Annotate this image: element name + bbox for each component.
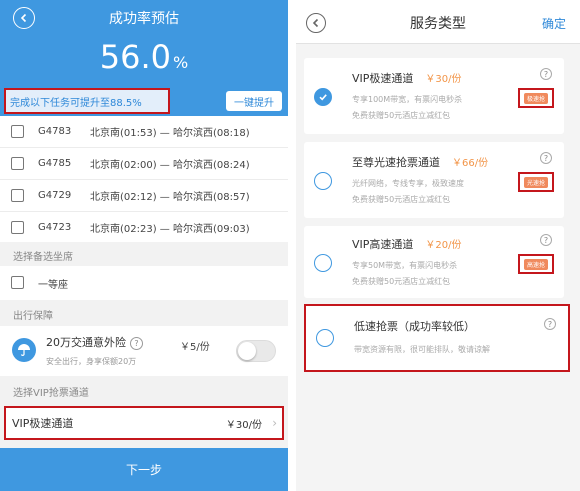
option-radio[interactable] — [316, 329, 334, 347]
option-bonus: 免费获赠50元酒店立减红包 — [352, 195, 451, 204]
option-radio[interactable] — [314, 88, 332, 106]
option-radio[interactable] — [314, 172, 332, 190]
badge-highlight: 光速抢 — [518, 172, 554, 192]
success-rate-header: 成功率预估 56.0% 完成以下任务可提升至88.5% 一键提升 — [0, 0, 288, 118]
success-rate-panel: 成功率预估 56.0% 完成以下任务可提升至88.5% 一键提升 G4783 北… — [0, 0, 288, 491]
train-checkbox[interactable] — [11, 125, 24, 138]
speed-badge: 高速抢 — [523, 258, 548, 270]
screen: 成功率预估 56.0% 完成以下任务可提升至88.5% 一键提升 G4783 北… — [0, 0, 580, 491]
badge-highlight: 高速抢 — [518, 254, 554, 274]
train-row[interactable]: G4785 北京南(02:00) — 哈尔滨西(08:24) — [0, 148, 288, 180]
option-title: 低速抢票（成功率较低） — [354, 320, 475, 333]
chevron-right-icon: › — [272, 416, 277, 430]
seat-option-label: 一等座 — [38, 279, 68, 291]
vip-channel-name: VIP极速通道 — [12, 417, 74, 430]
service-option[interactable]: VIP极速通道 ￥30/份 专享100M带宽，有票闪电秒杀 免费获赠50元酒店立减… — [304, 58, 564, 134]
option-title-text: VIP高速通道 — [352, 238, 414, 251]
speed-badge: 光速抢 — [523, 176, 548, 188]
umbrella-icon — [12, 338, 36, 362]
train-checkbox[interactable] — [11, 189, 24, 202]
page-title: 成功率预估 — [109, 11, 179, 27]
seat-option-row[interactable]: 一等座 — [0, 266, 288, 300]
option-title: 至尊光速抢票通道 ￥66/份 — [352, 154, 488, 170]
service-option[interactable]: 至尊光速抢票通道 ￥66/份 光纤网络，专线专享，极致速度 免费获赠50元酒店立减… — [304, 142, 564, 218]
option-title: VIP高速通道 ￥20/份 — [352, 236, 462, 252]
option-price: ￥66/份 — [452, 158, 489, 169]
train-list: G4783 北京南(01:53) — 哈尔滨西(08:18) G4785 北京南… — [0, 116, 288, 244]
train-route: 北京南(02:23) — 哈尔滨西(09:03) — [90, 224, 250, 235]
help-icon[interactable]: ? — [130, 336, 143, 350]
boost-hint: 完成以下任务可提升至88.5% — [4, 88, 170, 114]
service-type-header: 服务类型 确定 — [296, 0, 580, 44]
option-bonus: 免费获赠50元酒店立减红包 — [352, 277, 451, 286]
insurance-toggle[interactable] — [236, 340, 276, 362]
train-checkbox[interactable] — [11, 157, 24, 170]
seat-section-label: 选择备选坐席 — [0, 242, 288, 268]
option-title: VIP极速通道 ￥30/份 — [352, 70, 462, 86]
success-rate: 56.0% — [0, 38, 288, 76]
option-feature: 光纤网络，专线专享，极致速度 — [352, 179, 464, 188]
boost-bar: 完成以下任务可提升至88.5% 一键提升 — [0, 88, 288, 114]
insurance-subtitle: 安全出行，身享保额20万 — [46, 357, 137, 366]
option-feature: 带宽资源有限，很可能排队，敬请谅解 — [354, 345, 490, 354]
option-title-text: 至尊光速抢票通道 — [352, 156, 440, 169]
train-route: 北京南(01:53) — 哈尔滨西(08:18) — [90, 128, 250, 139]
train-number: G4783 — [38, 126, 72, 137]
success-rate-unit: % — [173, 53, 189, 72]
page-title: 服务类型 — [410, 16, 466, 32]
success-rate-value: 56.0 — [99, 38, 172, 76]
help-icon[interactable]: ? — [540, 234, 552, 246]
option-feature: 专享100M带宽，有票闪电秒杀 — [352, 95, 463, 104]
vip-section-label: 选择VIP抢票通道 — [0, 378, 288, 404]
insurance-row: 20万交通意外险? 安全出行，身享保额20万 ￥5/份 — [0, 326, 288, 376]
next-step-button[interactable]: 下一步 — [0, 448, 288, 491]
vip-channel-row[interactable]: VIP极速通道 ￥30/份 › — [4, 406, 284, 440]
insurance-title: 20万交通意外险? — [46, 334, 143, 350]
train-checkbox[interactable] — [11, 221, 24, 234]
train-row[interactable]: G4723 北京南(02:23) — 哈尔滨西(09:03) — [0, 212, 288, 244]
toggle-knob — [238, 342, 256, 360]
insurance-section-label: 出行保障 — [0, 301, 288, 327]
service-type-panel: 服务类型 确定 VIP极速通道 ￥30/份 专享100M带宽，有票闪电秒杀 免费获… — [296, 0, 580, 491]
seat-checkbox[interactable] — [11, 276, 24, 289]
insurance-price: ￥5/份 — [180, 342, 210, 353]
train-number: G4723 — [38, 222, 72, 233]
service-option[interactable]: VIP高速通道 ￥20/份 专享50M带宽，有票闪电秒杀 免费获赠50元酒店立减红… — [304, 226, 564, 298]
option-title-text: VIP极速通道 — [352, 72, 414, 85]
train-number: G4729 — [38, 190, 72, 201]
train-row[interactable]: G4729 北京南(02:12) — 哈尔滨西(08:57) — [0, 180, 288, 212]
help-icon[interactable]: ? — [544, 318, 556, 330]
service-option-low-speed[interactable]: 低速抢票（成功率较低） 带宽资源有限，很可能排队，敬请谅解 ? — [304, 304, 570, 372]
help-icon[interactable]: ? — [540, 152, 552, 164]
train-route: 北京南(02:00) — 哈尔滨西(08:24) — [90, 160, 250, 171]
confirm-button[interactable]: 确定 — [542, 15, 566, 32]
option-bonus: 免费获赠50元酒店立减红包 — [352, 111, 451, 120]
train-route: 北京南(02:12) — 哈尔滨西(08:57) — [90, 192, 250, 203]
one-click-boost-button[interactable]: 一键提升 — [226, 91, 282, 111]
badge-highlight: 极速抢 — [518, 88, 554, 108]
option-feature: 专享50M带宽，有票闪电秒杀 — [352, 261, 458, 270]
help-icon[interactable]: ? — [540, 68, 552, 80]
option-price: ￥20/份 — [425, 240, 462, 251]
insurance-title-text: 20万交通意外险 — [46, 336, 126, 349]
train-number: G4785 — [38, 158, 72, 169]
vip-channel-price: ￥30/份 — [225, 419, 262, 431]
check-icon — [319, 94, 327, 101]
option-price: ￥30/份 — [425, 74, 462, 85]
option-radio[interactable] — [314, 254, 332, 272]
train-row[interactable]: G4783 北京南(01:53) — 哈尔滨西(08:18) — [0, 116, 288, 148]
speed-badge: 极速抢 — [523, 92, 548, 104]
